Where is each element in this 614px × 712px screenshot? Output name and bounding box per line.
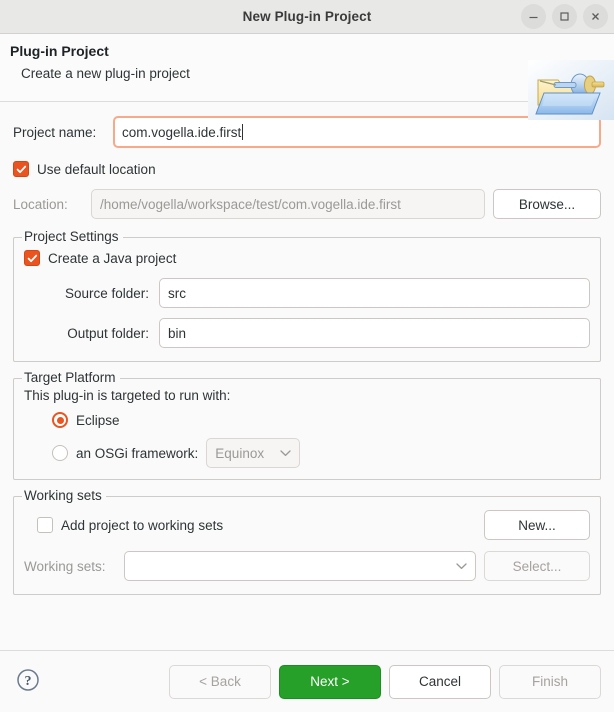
add-to-working-sets-checkbox[interactable] [37,517,53,533]
browse-button[interactable]: Browse... [493,189,601,219]
svg-text:?: ? [25,674,32,689]
target-platform-group: Target Platform This plug-in is targeted… [13,370,601,480]
working-sets-label: Working sets: [24,558,106,574]
target-eclipse-row[interactable]: Eclipse [52,412,590,428]
wizard-header: Plug-in Project Create a new plug-in pro… [0,34,614,120]
source-folder-value: src [168,285,186,301]
footer-buttons: < Back Next > Cancel Finish [169,664,601,699]
help-question-icon[interactable]: ? [16,668,40,695]
window-controls [521,0,608,33]
working-sets-select-row: Working sets: Select... [24,551,590,581]
target-platform-title: Target Platform [22,370,120,385]
target-eclipse-radio[interactable] [52,412,68,428]
text-caret [242,124,244,140]
target-platform-description: This plug-in is targeted to run with: [24,388,231,403]
working-sets-group: Working sets Add project to working sets… [13,488,601,595]
create-java-project-label: Create a Java project [48,250,177,266]
osgi-framework-value: Equinox [215,445,265,461]
add-to-working-sets-label: Add project to working sets [61,517,224,533]
project-name-row: Project name: com.vogella.ide.first [13,116,601,148]
osgi-framework-combo: Equinox [206,438,301,468]
location-row: Location: /home/vogella/workspace/test/c… [13,189,601,219]
window-title: New Plug-in Project [242,9,372,24]
new-plugin-project-dialog: New Plug-in Project Plug-in Project Crea… [0,0,614,712]
location-value: /home/vogella/workspace/test/com.vogella… [100,196,401,212]
working-sets-title: Working sets [22,488,106,503]
chevron-down-icon [280,449,291,457]
project-settings-group: Project Settings Create a Java project S… [13,229,601,362]
output-folder-input[interactable]: bin [159,318,590,348]
use-default-location-checkbox[interactable] [13,161,29,177]
close-icon[interactable] [583,4,608,29]
working-sets-combo[interactable] [124,551,476,581]
page-subtitle: Create a new plug-in project [21,66,190,81]
target-osgi-label: an OSGi framework: [76,445,199,461]
create-java-project-row[interactable]: Create a Java project [24,250,590,266]
output-folder-row: Output folder: bin [24,318,590,348]
project-name-value: com.vogella.ide.first [122,124,242,140]
chevron-down-icon [456,562,467,570]
target-eclipse-label: Eclipse [76,412,120,428]
finish-button: Finish [499,664,601,699]
source-folder-row: Source folder: src [24,278,590,308]
output-folder-label: Output folder: [67,325,149,341]
location-label: Location: [13,196,68,212]
new-working-set-button[interactable]: New... [484,510,590,540]
dialog-footer: ? < Back Next > Cancel Finish [0,650,614,712]
source-folder-label: Source folder: [64,285,149,301]
minimize-icon[interactable] [521,4,546,29]
source-folder-input[interactable]: src [159,278,590,308]
target-osgi-row[interactable]: an OSGi framework: Equinox [52,438,590,468]
create-java-project-checkbox[interactable] [24,250,40,266]
title-bar: New Plug-in Project [0,0,614,34]
plugin-project-folder-icon [528,60,614,120]
next-button[interactable]: Next > [279,664,381,699]
project-settings-title: Project Settings [22,229,123,244]
use-default-location-row[interactable]: Use default location [13,161,601,177]
project-name-input[interactable]: com.vogella.ide.first [113,116,601,148]
project-name-label: Project name: [13,124,97,140]
maximize-icon[interactable] [552,4,577,29]
back-button: < Back [169,664,271,699]
target-osgi-radio[interactable] [52,445,68,461]
dialog-body: Project name: com.vogella.ide.first Use … [0,102,614,650]
select-working-set-button: Select... [484,551,590,581]
page-title: Plug-in Project [10,43,109,59]
add-to-working-sets-row: Add project to working sets New... [24,510,590,540]
cancel-button[interactable]: Cancel [389,664,491,699]
location-input: /home/vogella/workspace/test/com.vogella… [91,189,485,219]
use-default-location-label: Use default location [37,161,156,177]
output-folder-value: bin [168,325,187,341]
